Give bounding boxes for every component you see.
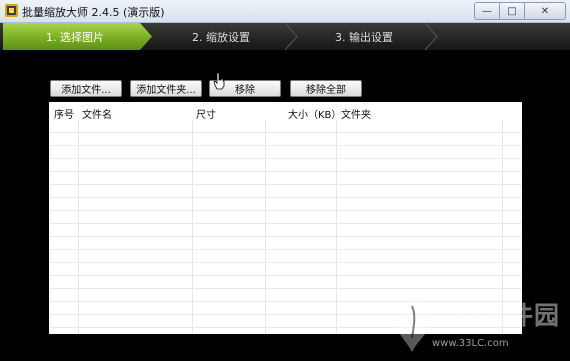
app-window: 批量缩放大师 2.4.5 (演示版) — □ ✕ 1. 选择图片 2. 缩放设置… [0, 0, 570, 361]
step-2-label[interactable]: 2. 缩放设置 [192, 29, 250, 45]
minimize-button[interactable]: — [474, 2, 499, 20]
maximize-button[interactable]: □ [499, 2, 524, 20]
add-folder-button[interactable]: 添加文件夹... [130, 80, 202, 97]
add-file-button[interactable]: 添加文件... [50, 80, 122, 97]
app-icon [5, 4, 18, 17]
column-header-size[interactable]: 大小（KB） [288, 106, 341, 121]
watermark-text: 绿茶软件园 [430, 301, 561, 330]
column-divider [78, 120, 79, 334]
column-divider [192, 120, 193, 334]
title-bar: 批量缩放大师 2.4.5 (演示版) — □ ✕ [0, 0, 570, 23]
minimize-icon: — [482, 5, 492, 17]
window-controls: — □ ✕ [474, 2, 566, 20]
window-title: 批量缩放大师 2.4.5 (演示版) [22, 6, 165, 19]
wizard-steps: 1. 选择图片 2. 缩放设置 3. 输出设置 [0, 23, 570, 50]
column-divider [265, 120, 266, 334]
table-header: 序号 文件名 尺寸 大小（KB） 文件夹 [49, 102, 522, 121]
column-header-filename[interactable]: 文件名 [82, 106, 112, 121]
step-3-label[interactable]: 3. 输出设置 [335, 29, 393, 45]
watermark-url: www.33LC.com [432, 338, 509, 349]
step-1-label[interactable]: 1. 选择图片 [46, 29, 104, 45]
maximize-icon: □ [507, 5, 517, 17]
close-icon: ✕ [540, 5, 550, 17]
column-header-dimensions[interactable]: 尺寸 [196, 106, 216, 121]
remove-all-button[interactable]: 移除全部 [290, 80, 362, 97]
close-button[interactable]: ✕ [524, 2, 566, 20]
column-header-index[interactable]: 序号 [54, 106, 74, 121]
hand-cursor-icon [213, 72, 225, 90]
column-divider [336, 120, 337, 334]
column-header-folder[interactable]: 文件夹 [341, 106, 371, 121]
